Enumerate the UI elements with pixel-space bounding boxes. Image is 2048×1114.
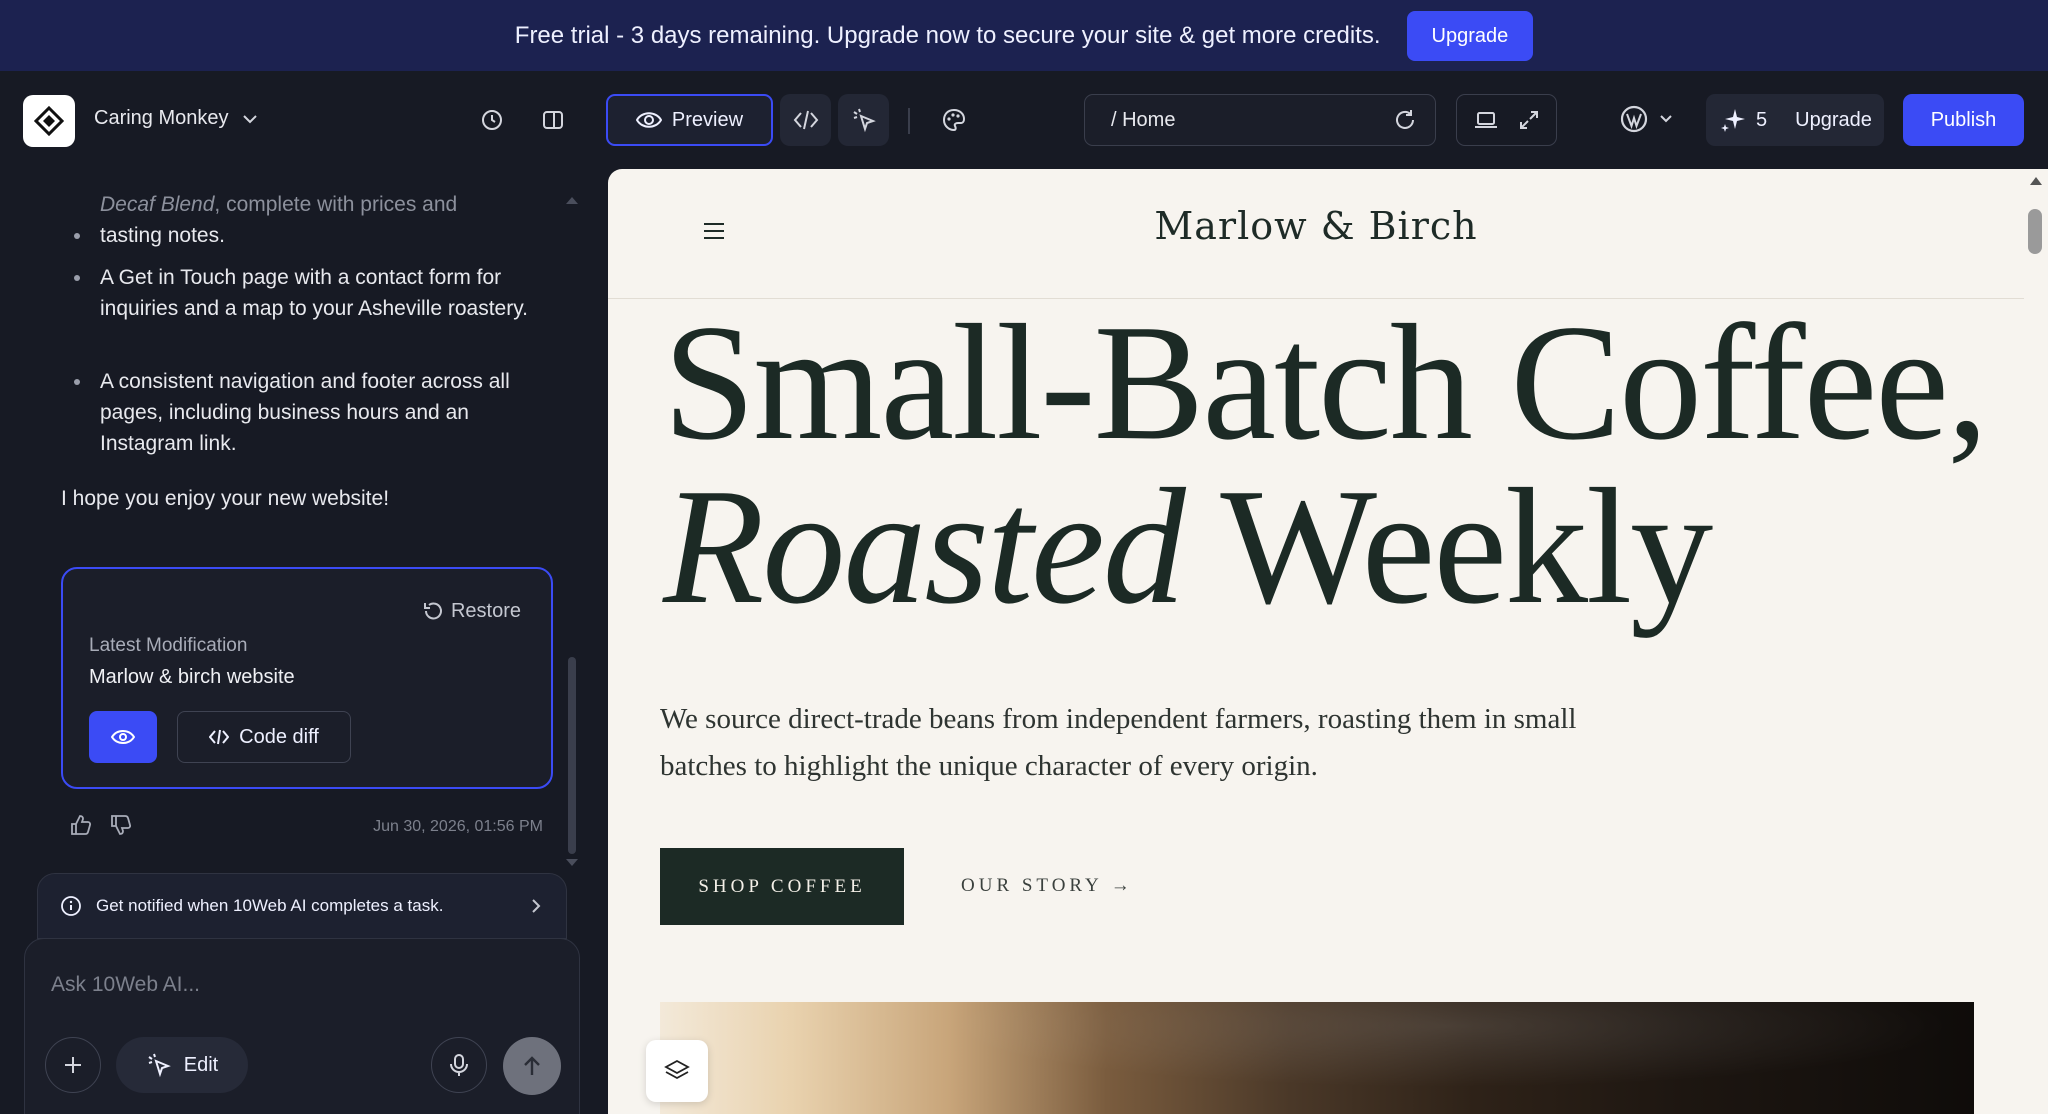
wordpress-icon [1620, 105, 1648, 133]
eye-icon [111, 729, 135, 745]
editor-toolbar: Caring Monkey Preview / Home 5 Upgrade P… [0, 71, 2048, 169]
trial-banner: Free trial - 3 days remaining. Upgrade n… [0, 0, 2048, 71]
notify-text: Get notified when 10Web AI completes a t… [96, 896, 444, 915]
hero-heading-line1: Small-Batch Coffee, [663, 290, 1988, 474]
code-diff-label: Code diff [239, 725, 319, 748]
preview-scroll-up-arrow[interactable] [2030, 177, 2042, 185]
site-name: Caring Monkey [94, 107, 229, 129]
thumbs-down-icon[interactable] [110, 814, 132, 836]
laptop-icon[interactable] [1473, 109, 1499, 131]
preview-button[interactable]: Preview [606, 94, 773, 146]
voice-input-button[interactable] [431, 1037, 487, 1093]
modification-card: Restore Latest Modification Marlow & bir… [61, 567, 553, 789]
modification-label: Latest Modification [89, 635, 248, 656]
site-switcher[interactable]: Caring Monkey [94, 107, 259, 130]
plus-icon [62, 1054, 84, 1076]
upgrade-label: Upgrade [1795, 108, 1872, 131]
trial-message: Free trial - 3 days remaining. Upgrade n… [514, 21, 1381, 49]
site-preview[interactable]: Marlow & Birch Small-Batch Coffee, Roast… [608, 169, 2048, 1114]
credits-count: 5 [1756, 108, 1768, 131]
list-item: A Get in Touch page with a contact form … [74, 262, 560, 324]
pointer-select-icon[interactable] [838, 94, 889, 146]
restore-icon [421, 599, 445, 623]
preview-scrollbar[interactable] [2028, 209, 2042, 254]
edit-label: Edit [183, 1053, 219, 1076]
view-modification-button[interactable] [89, 711, 157, 763]
toolbar-divider [908, 108, 910, 134]
restore-label: Restore [450, 599, 521, 622]
publish-button[interactable]: Publish [1903, 94, 2024, 146]
arrow-up-icon [520, 1054, 544, 1078]
thumbs-up-icon[interactable] [70, 814, 92, 836]
scroll-down-arrow[interactable] [566, 859, 578, 866]
preview-scrollbar-track [2024, 169, 2048, 1114]
send-button[interactable] [503, 1037, 561, 1095]
closing-message: I hope you enjoy your new website! [61, 487, 390, 510]
expand-icon[interactable] [1518, 109, 1540, 131]
wordpress-menu[interactable] [1620, 105, 1674, 133]
microphone-icon [448, 1053, 470, 1077]
pointer-select-icon [146, 1052, 172, 1078]
restore-button[interactable]: Restore [421, 599, 521, 623]
sidebar-toggle-icon[interactable] [528, 95, 578, 145]
chat-composer: Ask 10Web AI... Edit [24, 938, 580, 1114]
layers-button[interactable] [646, 1040, 708, 1102]
site-header: Marlow & Birch [608, 169, 2024, 299]
add-attachment-button[interactable] [45, 1037, 101, 1093]
hero-heading-line2: Roasted Weekly [663, 454, 1713, 638]
layers-icon [664, 1058, 690, 1084]
code-icon[interactable] [780, 94, 831, 146]
shop-coffee-button[interactable]: SHOP COFFEE [660, 848, 904, 925]
palette-icon[interactable] [929, 95, 979, 145]
preview-label: Preview [671, 108, 744, 131]
code-icon [209, 728, 230, 746]
logo-icon[interactable] [23, 95, 75, 147]
chat-scrollbar[interactable] [568, 657, 576, 854]
eye-icon [635, 110, 662, 130]
info-icon [60, 895, 82, 917]
list-item: Decaf Blend, complete with prices and [100, 193, 458, 216]
url-path: / Home [1111, 108, 1176, 131]
edit-mode-button[interactable]: Edit [116, 1037, 248, 1093]
feedback-buttons [70, 814, 132, 836]
chevron-right-icon [528, 898, 544, 914]
chat-input[interactable]: Ask 10Web AI... [51, 973, 200, 997]
message-timestamp: Jun 30, 2026, 01:56 PM [373, 818, 543, 835]
modification-title: Marlow & birch website [89, 666, 295, 688]
sparkle-icon [1720, 107, 1746, 133]
device-switcher [1456, 94, 1557, 146]
history-icon[interactable] [467, 95, 517, 145]
chat-messages[interactable]: Decaf Blend, complete with prices and ta… [0, 169, 580, 859]
refresh-icon[interactable] [1393, 108, 1417, 132]
code-diff-button[interactable]: Code diff [177, 711, 351, 763]
scroll-up-arrow[interactable] [566, 197, 578, 204]
banner-upgrade-button[interactable]: Upgrade [1406, 10, 1534, 61]
our-story-link[interactable]: OUR STORY → [961, 875, 1134, 897]
chevron-down-icon [241, 110, 259, 128]
list-item-continuation: tasting notes. [74, 220, 560, 251]
credits-upgrade[interactable]: 5 Upgrade [1706, 94, 1884, 146]
notify-banner[interactable]: Get notified when 10Web AI completes a t… [37, 873, 567, 939]
hero-image [660, 1002, 1974, 1114]
hero-subtitle: We source direct-trade beans from indepe… [660, 703, 1577, 782]
site-brand[interactable]: Marlow & Birch [608, 204, 2024, 248]
ai-chat-panel: Decaf Blend, complete with prices and ta… [0, 169, 590, 1114]
url-bar[interactable]: / Home [1084, 94, 1436, 146]
chevron-down-icon [1658, 111, 1674, 127]
list-item: A consistent navigation and footer acros… [74, 366, 560, 459]
